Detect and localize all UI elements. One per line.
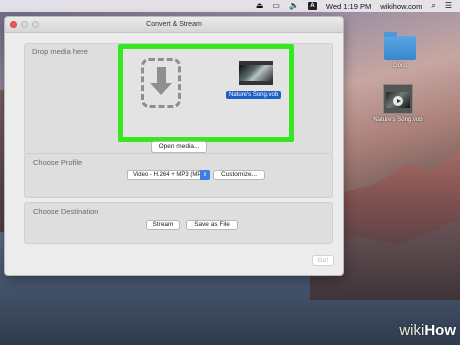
destination-section-title: Choose Destination bbox=[33, 207, 99, 216]
badge-a-icon[interactable]: A bbox=[307, 2, 317, 10]
drop-section-title: Drop media here bbox=[32, 47, 88, 56]
window-title: Convert & Stream bbox=[146, 21, 202, 28]
wikihow-watermark: wikiHow bbox=[399, 322, 456, 339]
profile-section-title: Choose Profile bbox=[33, 158, 83, 167]
wikihow-how: How bbox=[424, 322, 456, 339]
desktop-file-label: Nature's Song.vob bbox=[373, 117, 423, 123]
minimize-button[interactable] bbox=[21, 21, 28, 28]
menu-list-icon[interactable]: ☰ bbox=[445, 0, 452, 12]
open-media-button[interactable]: Open media... bbox=[151, 141, 207, 153]
customize-button[interactable]: Customize... bbox=[213, 170, 265, 180]
volume-icon[interactable]: 🔈 bbox=[289, 0, 299, 12]
display-icon[interactable]: ▭ bbox=[272, 0, 280, 12]
eject-icon[interactable]: ⏏ bbox=[256, 0, 264, 12]
window-titlebar[interactable]: Convert & Stream bbox=[5, 17, 343, 33]
folder-icon bbox=[384, 32, 416, 60]
drop-zone[interactable]: Open media... Nature's Song.vob bbox=[118, 44, 294, 153]
vob-file-label[interactable]: Nature's Song.vob bbox=[226, 91, 282, 99]
save-as-file-button[interactable]: Save as File bbox=[186, 220, 238, 230]
go-button[interactable]: Go! bbox=[312, 255, 334, 266]
drop-target[interactable] bbox=[141, 58, 181, 108]
chevron-updown-icon: ⇕ bbox=[200, 170, 210, 180]
zoom-button[interactable] bbox=[32, 21, 39, 28]
vob-file-thumbnail[interactable] bbox=[239, 61, 273, 85]
stream-button[interactable]: Stream bbox=[146, 220, 180, 230]
menu-bar: ⏏ ▭ 🔈 A Wed 1:19 PM wikihow.com ⌕ ☰ bbox=[0, 0, 460, 12]
wikihow-wiki: wiki bbox=[399, 322, 425, 339]
profile-select[interactable]: Video - H.264 + MP3 (MP4) ⇕ bbox=[127, 170, 210, 180]
close-button[interactable] bbox=[10, 21, 17, 28]
docs-folder[interactable]: Docs bbox=[382, 32, 418, 69]
menubar-user[interactable]: wikihow.com bbox=[380, 2, 422, 11]
video-file-icon bbox=[383, 84, 413, 114]
play-icon bbox=[393, 96, 403, 106]
docs-folder-label: Docs bbox=[393, 63, 407, 69]
desktop-file-vob[interactable]: Nature's Song.vob bbox=[362, 84, 434, 123]
clock[interactable]: Wed 1:19 PM bbox=[326, 2, 371, 11]
convert-stream-window: Convert & Stream Drop media here Open me… bbox=[4, 16, 344, 276]
search-icon[interactable]: ⌕ bbox=[431, 0, 435, 12]
profile-selected-value: Video - H.264 + MP3 (MP4) bbox=[133, 172, 207, 178]
